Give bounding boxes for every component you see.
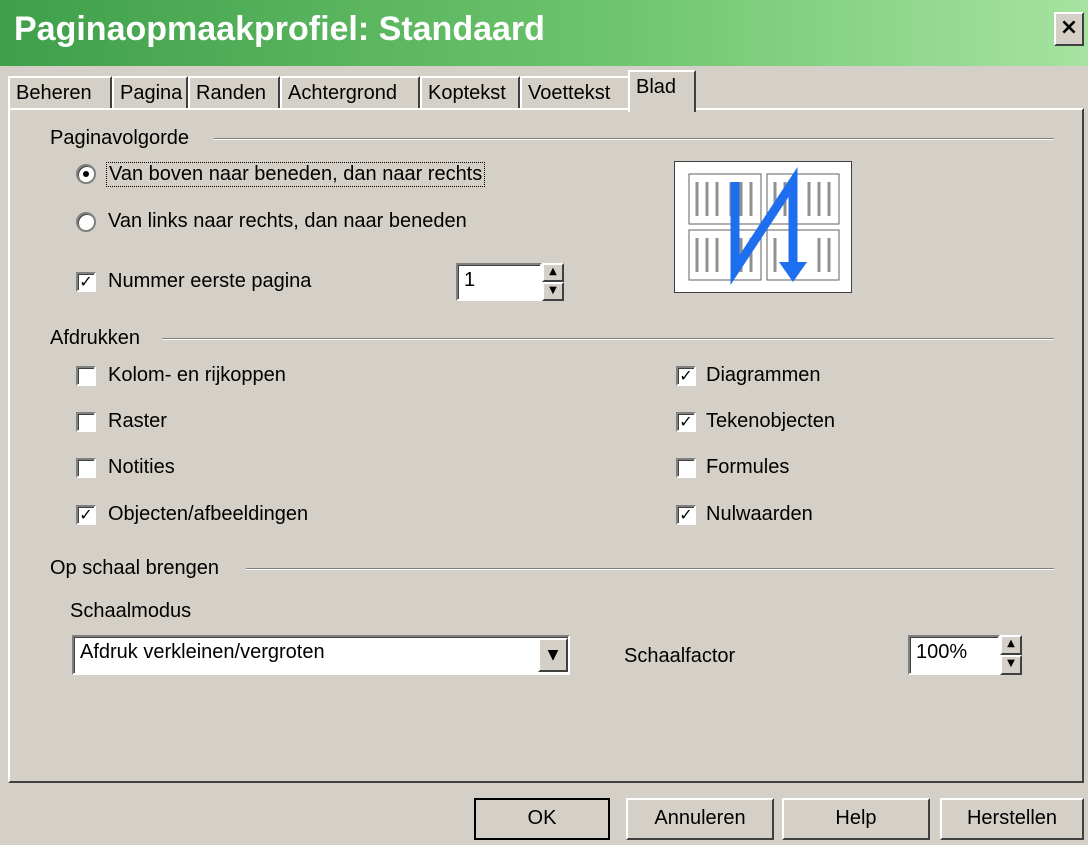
separator	[162, 338, 1054, 340]
column-row-headers-label[interactable]: Kolom- en rijkoppen	[108, 364, 286, 387]
title-bar: Paginaopmaakprofiel: Standaard ×	[0, 0, 1088, 66]
checkbox-drawing-objects[interactable]: ✓	[676, 412, 696, 432]
close-button[interactable]: ×	[1054, 12, 1084, 46]
spin-up-button[interactable]: ▲	[542, 263, 564, 282]
checkbox-zero-values[interactable]: ✓	[676, 505, 696, 525]
first-page-label[interactable]: Nummer eerste pagina	[108, 270, 311, 293]
drawing-objects-label[interactable]: Tekenobjecten	[706, 410, 835, 433]
checkbox-formulas[interactable]	[676, 458, 696, 478]
radio-left-right-label[interactable]: Van links naar rechts, dan naar beneden	[108, 210, 467, 233]
tab-koptekst[interactable]: Koptekst	[420, 76, 520, 110]
separator	[214, 138, 1054, 140]
objects-images-label[interactable]: Objecten/afbeeldingen	[108, 503, 308, 526]
scale-factor-input[interactable]: 100%	[908, 635, 1000, 675]
page-order-heading: Paginavolgorde	[50, 127, 189, 149]
radio-left-right[interactable]	[76, 212, 96, 232]
first-page-checkbox[interactable]: ✓	[76, 272, 96, 292]
checkbox-grid[interactable]	[76, 412, 96, 432]
cancel-button[interactable]: Annuleren	[626, 798, 774, 840]
charts-label[interactable]: Diagrammen	[706, 364, 820, 387]
tab-achtergrond[interactable]: Achtergrond	[280, 76, 420, 110]
scale-spin-up-button[interactable]: ▲	[1000, 635, 1022, 655]
page-order-preview-image	[674, 161, 852, 293]
tab-randen[interactable]: Randen	[188, 76, 280, 110]
scale-spin-down-button[interactable]: ▼	[1000, 655, 1022, 675]
scale-mode-label: Schaalmodus	[70, 600, 192, 622]
first-page-number-input[interactable]: 1	[456, 263, 542, 301]
checkbox-notes[interactable]	[76, 458, 96, 478]
reset-button[interactable]: Herstellen	[940, 798, 1084, 840]
grid-label[interactable]: Raster	[108, 410, 167, 433]
page-order-diagram	[688, 166, 840, 286]
checkbox-charts[interactable]: ✓	[676, 366, 696, 386]
window-title: Paginaopmaakprofiel: Standaard	[14, 10, 545, 48]
ok-button[interactable]: OK	[474, 798, 610, 840]
print-heading: Afdrukken	[50, 327, 141, 349]
scale-heading: Op schaal brengen	[50, 557, 220, 579]
chevron-down-icon[interactable]: ▼	[538, 638, 568, 672]
help-button[interactable]: Help	[782, 798, 930, 840]
separator	[246, 568, 1054, 570]
tab-voettekst[interactable]: Voettekst	[520, 76, 630, 110]
radio-top-down-label[interactable]: Van boven naar beneden, dan naar rechts	[106, 162, 486, 187]
notes-label[interactable]: Notities	[108, 456, 175, 479]
scale-mode-select[interactable]: Afdruk verkleinen/vergroten	[72, 635, 570, 675]
checkbox-column-row-headers[interactable]	[76, 366, 96, 386]
tab-pagina[interactable]: Pagina	[112, 76, 188, 110]
formulas-label[interactable]: Formules	[706, 456, 789, 479]
scale-factor-label: Schaalfactor	[624, 645, 736, 667]
radio-selected-dot	[83, 171, 89, 177]
checkbox-objects-images[interactable]: ✓	[76, 505, 96, 525]
tab-blad[interactable]: Blad	[628, 70, 696, 112]
spin-down-button[interactable]: ▼	[542, 282, 564, 301]
tab-beheren[interactable]: Beheren	[8, 76, 112, 110]
radio-top-down[interactable]	[76, 164, 96, 184]
zero-values-label[interactable]: Nulwaarden	[706, 503, 813, 526]
